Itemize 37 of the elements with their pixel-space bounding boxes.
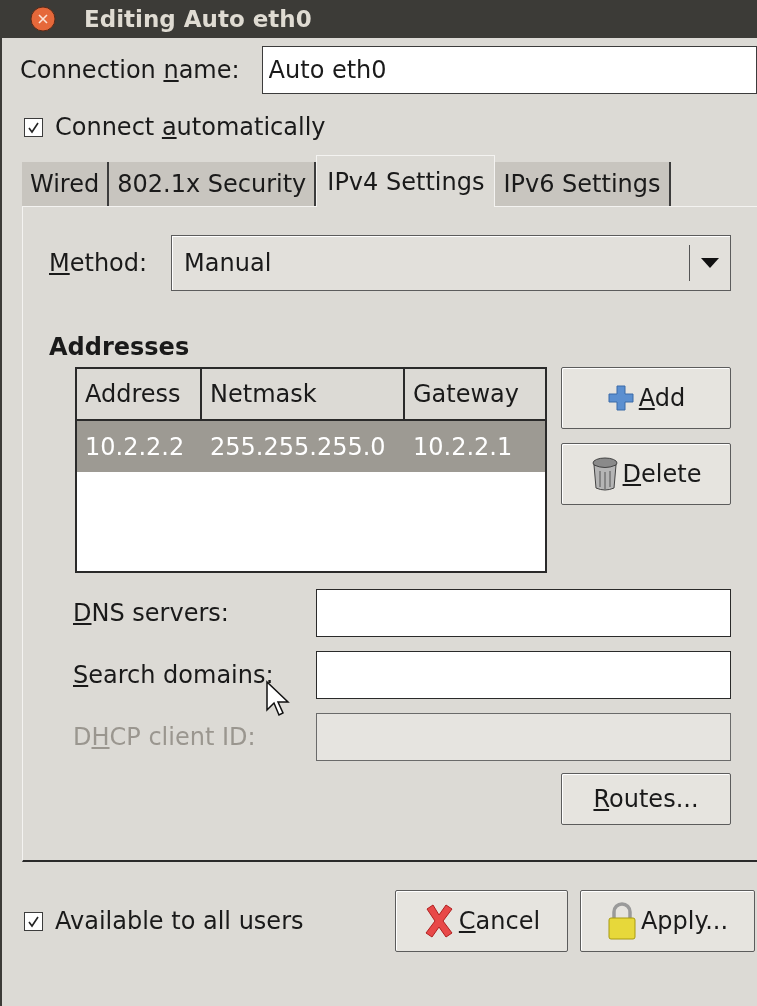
method-label: Method: [49, 248, 148, 279]
apply-button[interactable]: Apply... [580, 890, 755, 952]
column-header[interactable]: Netmask [202, 369, 405, 421]
window-title: Editing Auto eth0 [84, 4, 312, 34]
input-field[interactable] [316, 589, 731, 637]
padlock-icon [606, 902, 637, 940]
method-dropdown[interactable]: Manual [171, 235, 731, 291]
available-to-all-users-label: Available to all users [55, 906, 305, 937]
check-icon [27, 120, 40, 134]
tab[interactable]: IPv4 Settings [316, 155, 496, 207]
column-header[interactable]: Gateway [405, 369, 545, 421]
table-cell-text: 10.2.2.1 [412, 431, 514, 463]
dropdown-caret-icon [700, 257, 720, 269]
check-icon [27, 914, 40, 928]
field-label: DNS servers: [73, 598, 230, 629]
tab[interactable]: 802.1x Security [109, 162, 317, 206]
checkbox[interactable] [24, 911, 43, 931]
tab[interactable]: IPv6 Settings [495, 162, 671, 206]
plus-icon [606, 384, 635, 412]
delete-button[interactable]: Delete [561, 443, 731, 505]
field-label: DHCP client ID: [73, 722, 257, 753]
connection-name-label: Connection name: [20, 55, 240, 86]
connection-name-field[interactable]: Auto eth0 [261, 46, 757, 94]
input-field[interactable] [316, 651, 731, 699]
table-cell-text: 255.255.255.0 [209, 431, 387, 463]
addresses-heading: Addresses [49, 332, 191, 363]
cancel-button[interactable]: Cancel [395, 890, 568, 952]
add-button[interactable]: Add [561, 367, 731, 429]
routes-button[interactable]: Routes... [561, 773, 731, 825]
column-header[interactable]: Address [77, 369, 202, 421]
table-cell-text: 10.2.2.2 [84, 431, 186, 463]
connect-automatically-label: Connect automatically [55, 112, 326, 143]
close-icon[interactable] [30, 6, 56, 32]
field-label: Search domains: [73, 660, 275, 691]
tab[interactable]: Wired [22, 162, 110, 206]
trash-can-icon [590, 457, 619, 491]
checkbox[interactable] [24, 117, 43, 137]
